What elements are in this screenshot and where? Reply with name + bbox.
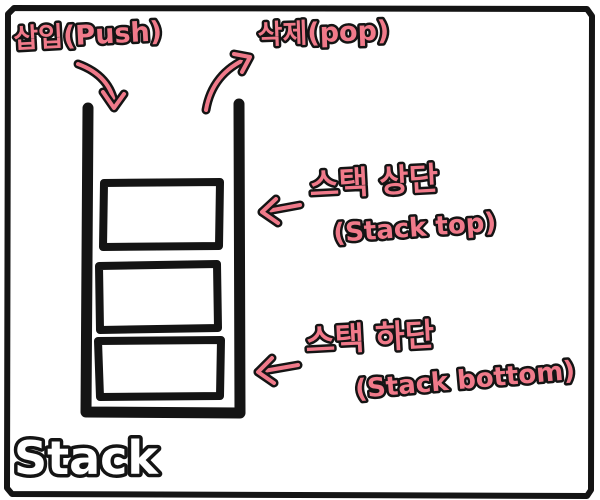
stack-top-arrow xyxy=(257,194,305,228)
pop-label: 삭제(pop) xyxy=(257,15,390,51)
stack-diagram: 삽입(Push) 삭제(pop) 스택 상단 (Stack top) 스택 하단… xyxy=(4,5,595,499)
stack-item-bottom xyxy=(94,336,225,401)
push-label: 삽입(Push) xyxy=(13,16,163,55)
diagram-title: Stack xyxy=(14,431,159,485)
stack-bottom-label-ko: 스택 하단 xyxy=(304,315,435,360)
stack-top-label-ko: 스택 상단 xyxy=(308,159,439,204)
stack-item-top xyxy=(99,178,224,251)
push-arrow xyxy=(73,59,129,113)
stack-bottom-label-en: (Stack bottom) xyxy=(354,356,576,405)
frame-border xyxy=(4,5,595,499)
stack-item-middle xyxy=(95,260,222,334)
stack-top-label-en: (Stack top) xyxy=(332,208,497,249)
stack-bottom-arrow xyxy=(253,353,303,388)
